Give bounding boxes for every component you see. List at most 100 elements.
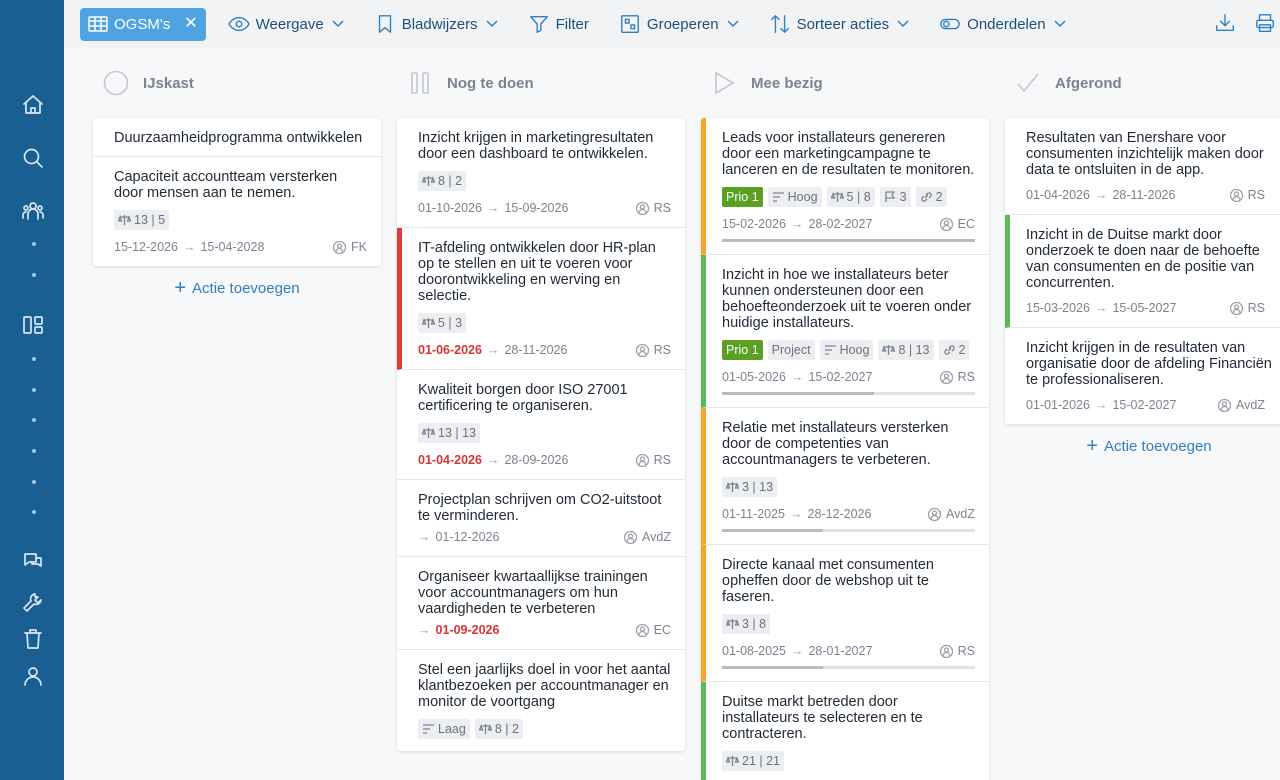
end-date: 15-02-2027 — [1112, 398, 1177, 412]
tag-label: Hoog — [839, 343, 870, 357]
action-card[interactable]: Kwaliteit borgen door ISO 27001 certific… — [397, 370, 685, 480]
action-card[interactable]: Capaciteit accountteam versterken door m… — [93, 157, 381, 266]
action-card[interactable]: Organiseer kwartaallijkse trainingen voo… — [397, 557, 685, 650]
owner-initials: AvdZ — [642, 530, 671, 544]
board-icon[interactable] — [20, 312, 46, 338]
card-title: Duitse markt betreden door installateurs… — [722, 694, 923, 742]
link-icon — [920, 192, 932, 202]
action-card[interactable]: Duitse markt betreden door installateurs… — [701, 682, 989, 780]
action-card[interactable]: Resultaten van Enershare voor consumente… — [1005, 118, 1280, 215]
action-card[interactable]: Inzicht in de Duitse markt door onderzoe… — [1005, 215, 1280, 328]
card-title: Organiseer kwartaallijkse trainingen voo… — [418, 569, 648, 617]
end-date: 28-12-2026 — [807, 507, 872, 521]
sort-icon — [770, 15, 789, 33]
card-title: IT-afdeling ontwikkelen door HR-plan op … — [418, 240, 656, 304]
filter-button[interactable]: Filter — [528, 8, 589, 40]
start-date: 01-10-2026 — [418, 201, 482, 215]
plus-icon: + — [1086, 435, 1099, 457]
chat-icon[interactable] — [20, 548, 46, 574]
prio-tag: Prio 1 — [722, 187, 763, 207]
owner-initials: FK — [351, 240, 367, 254]
owner-initials: RS — [653, 201, 671, 215]
owner-initials: RS — [653, 453, 671, 467]
nav-dot[interactable] — [32, 357, 36, 361]
nav-dot[interactable] — [32, 273, 36, 277]
start-date: 01-08-2025 — [722, 644, 786, 658]
team-icon[interactable] — [20, 198, 46, 224]
action-card[interactable]: Inzicht krijgen in de resultaten van org… — [1005, 328, 1280, 424]
action-card[interactable]: Relatie met installateurs versterken doo… — [701, 408, 989, 545]
arrow-right-icon: → — [486, 201, 500, 215]
card-title: Inzicht krijgen in marketingresultaten d… — [418, 130, 654, 162]
chip-label: OGSM's — [114, 15, 171, 33]
user-icon — [939, 217, 953, 231]
end-date: 15-04-2028 — [200, 240, 265, 254]
owner-initials: RS — [1247, 301, 1265, 315]
nav-dot[interactable] — [32, 418, 36, 422]
nav-dot[interactable] — [32, 510, 36, 514]
column-ijskast: IJskast Duurzaamheidprogramma ontwikkele… — [93, 48, 381, 310]
link-tag: 2 — [915, 187, 947, 207]
nav-dot[interactable] — [32, 449, 36, 453]
action-card[interactable]: Directe kanaal met consumenten opheffen … — [701, 545, 989, 682]
user-icon[interactable] — [20, 663, 46, 689]
chevron-down-icon — [1054, 20, 1066, 28]
priority-tag: Laag — [418, 719, 470, 739]
end-date-overdue: 01-09-2026 — [435, 623, 500, 637]
action-card[interactable]: IT-afdeling ontwikkelen door HR-plan op … — [397, 228, 685, 370]
start-date: 01-05-2026 — [722, 370, 786, 384]
pause-icon — [411, 72, 429, 94]
close-icon[interactable]: ✕ — [184, 16, 197, 32]
arrow-right-icon: → — [790, 217, 804, 231]
scale-icon — [726, 619, 739, 629]
tag-label: 5 | 8 — [846, 190, 871, 204]
score-tag: 5 | 8 — [826, 187, 875, 207]
action-card[interactable]: Inzicht in hoe we installateurs beter ku… — [701, 255, 989, 408]
owner-initials: RS — [653, 343, 671, 357]
toggle-icon — [940, 18, 961, 30]
flag-tag: 3 — [879, 187, 911, 207]
trash-icon[interactable] — [20, 626, 46, 652]
action-card[interactable]: Leads voor installateurs genereren door … — [701, 118, 989, 255]
column-header: Afgerond — [1005, 48, 1280, 118]
action-card[interactable]: Duurzaamheidprogramma ontwikkelen — [93, 118, 381, 157]
arrow-right-icon: → — [486, 343, 500, 357]
search-icon[interactable] — [20, 145, 46, 171]
check-icon — [1017, 73, 1039, 93]
card-title: Duurzaamheidprogramma ontwikkelen — [114, 130, 363, 146]
score-tag: 21 | 21 — [722, 751, 785, 771]
progress-bar — [722, 529, 975, 532]
nav-dot[interactable] — [32, 242, 36, 246]
user-icon — [1218, 398, 1232, 412]
parts-menu[interactable]: Onderdelen — [939, 8, 1066, 40]
add-action-button[interactable]: + Actie toevoegen — [1005, 424, 1280, 468]
column-mee-bezig: Mee bezig Leads voor installateurs gener… — [701, 48, 989, 780]
score-tag: 5 | 3 — [418, 313, 467, 333]
ogsm-filter-chip[interactable]: OGSM's ✕ — [80, 7, 206, 41]
end-date: 28-09-2026 — [504, 453, 569, 467]
chevron-down-icon — [727, 20, 739, 28]
bookmarks-menu[interactable]: Bladwijzers — [374, 8, 498, 40]
action-card[interactable]: Inzicht krijgen in marketingresultaten d… — [397, 118, 685, 228]
nav-dot[interactable] — [32, 480, 36, 484]
home-icon[interactable] — [20, 92, 46, 118]
group-menu[interactable]: Groeperen — [619, 8, 739, 40]
parts-label: Onderdelen — [967, 15, 1046, 33]
progress-fill — [722, 529, 824, 532]
action-card[interactable]: Stel een jaarlijks doel in voor het aant… — [397, 650, 685, 751]
plus-icon: + — [174, 277, 187, 299]
nav-dot[interactable] — [32, 388, 36, 392]
sort-menu[interactable]: Sorteer acties — [769, 8, 910, 40]
flag-icon — [885, 191, 895, 202]
print-icon[interactable] — [1254, 12, 1278, 36]
view-menu[interactable]: Weergave — [227, 8, 344, 40]
progress-fill — [722, 666, 824, 669]
arrow-right-icon: → — [418, 623, 431, 637]
action-card[interactable]: Projectplan schrijven om CO2-uitstoot te… — [397, 480, 685, 557]
filter-label: Filter — [555, 15, 589, 33]
card-title: Projectplan schrijven om CO2-uitstoot te… — [418, 492, 662, 524]
download-icon[interactable] — [1214, 12, 1238, 36]
wrench-icon[interactable] — [20, 589, 46, 615]
end-date: 28-02-2027 — [808, 217, 873, 231]
add-action-button[interactable]: + Actie toevoegen — [93, 266, 381, 310]
